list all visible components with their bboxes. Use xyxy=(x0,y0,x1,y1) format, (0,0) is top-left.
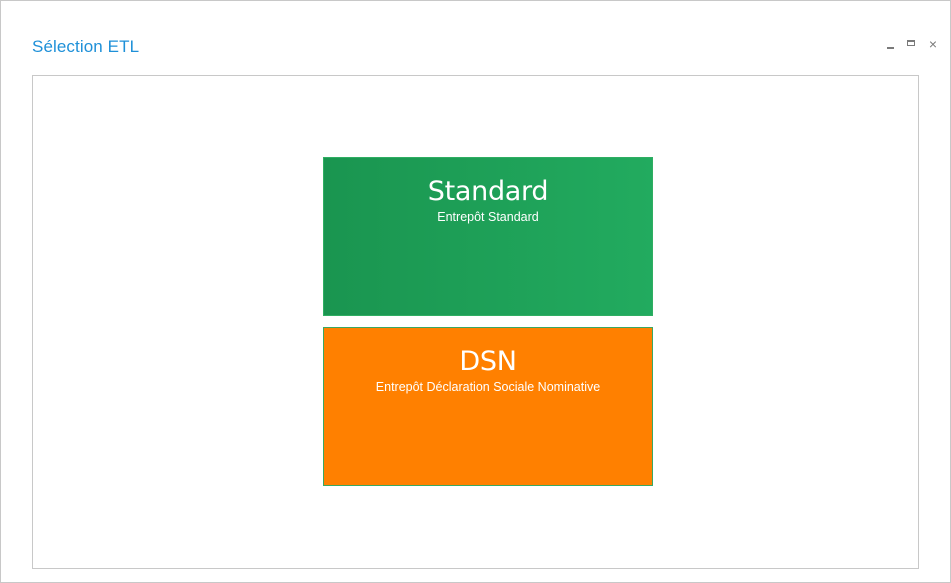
maximize-icon[interactable] xyxy=(907,39,917,49)
window-controls: × xyxy=(886,37,938,51)
etl-selection-window: Sélection ETL × Standard Entrepôt Standa… xyxy=(0,0,951,583)
dsn-tile-button[interactable]: DSN Entrepôt Déclaration Sociale Nominat… xyxy=(323,327,653,486)
tile-subtitle: Entrepôt Déclaration Sociale Nominative xyxy=(375,380,601,394)
minimize-icon[interactable] xyxy=(886,39,896,49)
close-icon[interactable]: × xyxy=(928,37,938,51)
tile-title: Standard xyxy=(427,176,549,207)
window-title: Sélection ETL xyxy=(32,37,140,56)
tile-title: DSN xyxy=(459,346,517,377)
tile-panel: Standard Entrepôt Standard DSN Entrepôt … xyxy=(32,75,919,569)
standard-tile-button[interactable]: Standard Entrepôt Standard xyxy=(323,157,653,316)
tile-subtitle: Entrepôt Standard xyxy=(437,210,539,224)
